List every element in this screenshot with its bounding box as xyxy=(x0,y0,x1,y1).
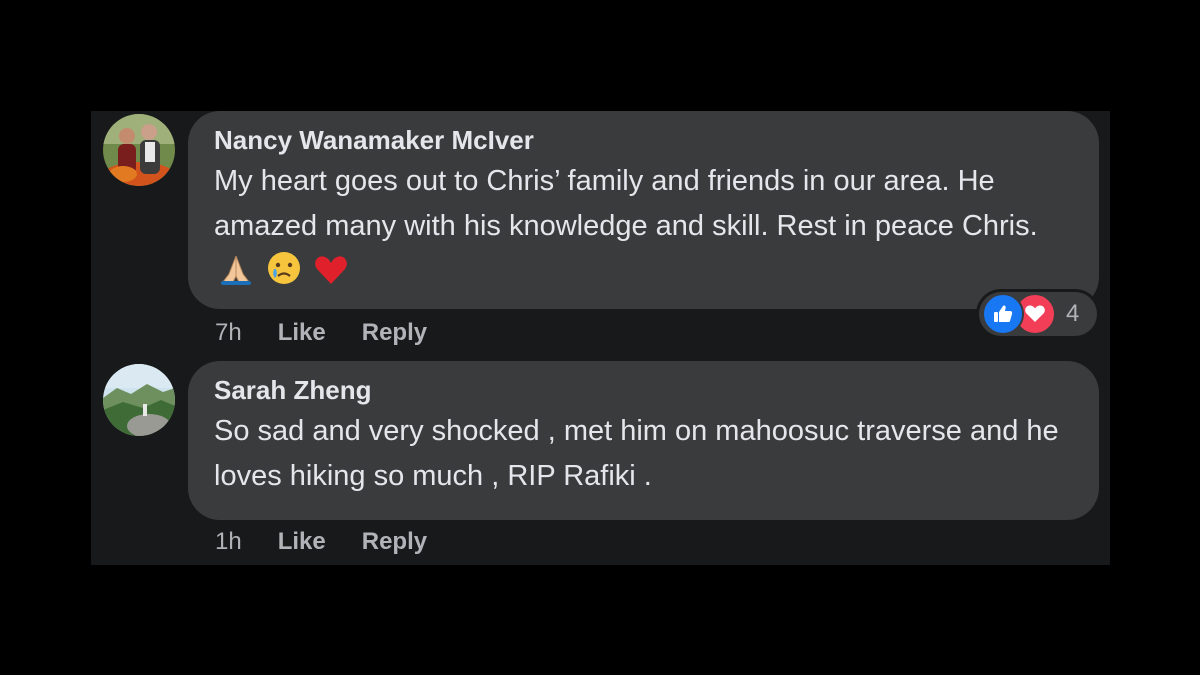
comment-author[interactable]: Sarah Zheng xyxy=(214,373,1073,407)
like-button[interactable]: Like xyxy=(278,528,326,556)
red-heart-emoji xyxy=(314,254,348,300)
comment-timestamp[interactable]: 1h xyxy=(215,528,242,556)
comment-author[interactable]: Nancy Wanamaker McIver xyxy=(214,123,1073,157)
comment-bubble: Sarah Zheng So sad and very shocked , me… xyxy=(188,361,1099,520)
comment-actions: 7h Like Reply xyxy=(215,316,463,350)
like-button[interactable]: Like xyxy=(278,319,326,347)
avatar-photo-couple xyxy=(103,114,175,186)
comment-actions: 1h Like Reply xyxy=(215,525,463,559)
avatar-sarah[interactable] xyxy=(103,364,175,436)
reply-button[interactable]: Reply xyxy=(362,319,427,347)
comment-text: My heart goes out to Chris’ family and f… xyxy=(214,159,1073,300)
reply-button[interactable]: Reply xyxy=(362,528,427,556)
crying-face-emoji xyxy=(266,250,302,300)
comment-bubble: Nancy Wanamaker McIver My heart goes out… xyxy=(188,111,1099,309)
like-icon xyxy=(982,293,1024,335)
comment-text-body: My heart goes out to Chris’ family and f… xyxy=(214,165,1038,242)
avatar-nancy[interactable] xyxy=(103,114,175,186)
comments-panel: Nancy Wanamaker McIver My heart goes out… xyxy=(91,111,1110,565)
avatar-photo-mountain xyxy=(103,364,175,436)
reaction-count: 4 xyxy=(1066,300,1080,327)
comment-text: So sad and very shocked , met him on mah… xyxy=(214,409,1073,499)
reactions-summary[interactable]: 4 xyxy=(979,292,1097,336)
comment-timestamp[interactable]: 7h xyxy=(215,319,242,347)
folded-hands-emoji xyxy=(218,252,254,300)
comment-text-body: So sad and very shocked , met him on mah… xyxy=(214,415,1059,492)
